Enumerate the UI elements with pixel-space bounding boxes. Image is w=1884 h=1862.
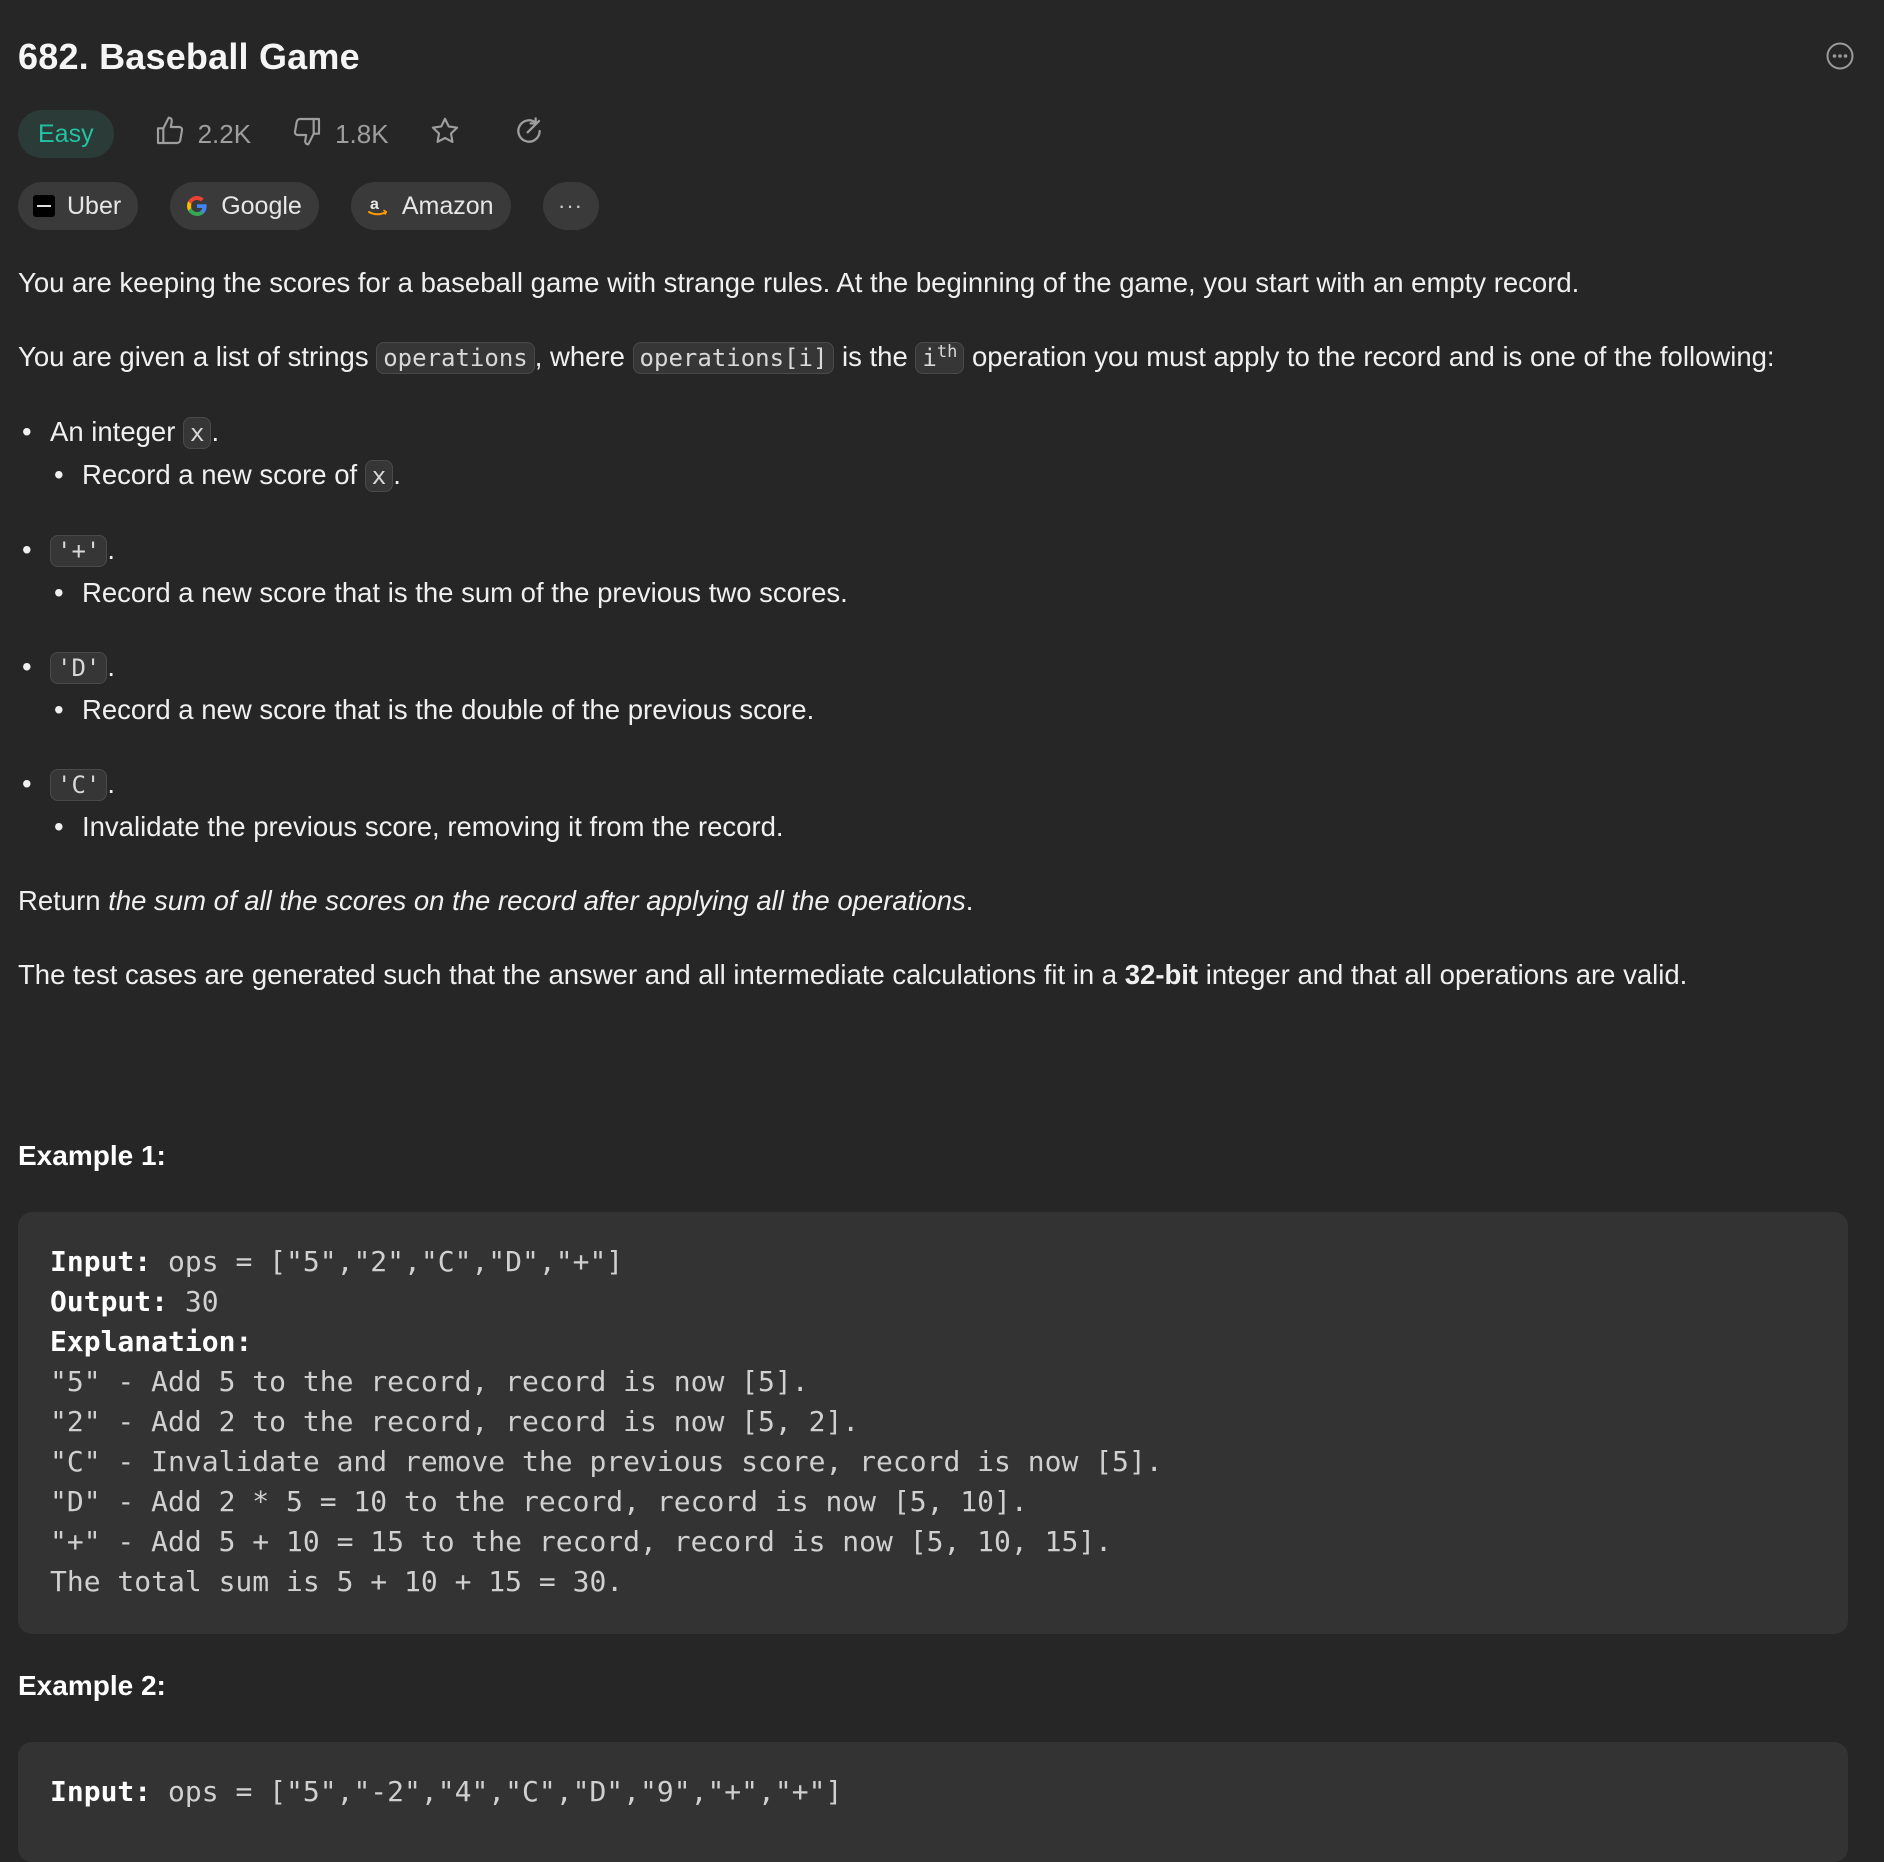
intro-paragraph: You are keeping the scores for a basebal…	[18, 267, 1580, 298]
example-output-line: Output: 30	[50, 1285, 219, 1318]
company-tag-amazon[interactable]: a Amazon	[350, 182, 511, 230]
list-item: An integer x. Record a new score of x.	[18, 411, 1848, 497]
list-item: '+'. Record a new score that is the sum …	[18, 529, 1848, 614]
more-companies-button[interactable]: ···	[542, 182, 599, 230]
more-options-icon[interactable]	[1826, 42, 1854, 70]
inline-code: 'D'	[50, 652, 108, 684]
explanation-line: "D" - Add 2 * 5 = 10 to the record, reco…	[50, 1485, 1028, 1518]
list-item: Invalidate the previous score, removing …	[50, 806, 1848, 848]
company-tag-label: Amazon	[401, 191, 494, 220]
company-tag-label: Uber	[67, 191, 122, 220]
dislike-button[interactable]: 1.8K	[291, 115, 389, 154]
problem-meta-row: Easy 2.2K 1.8K	[18, 110, 557, 158]
like-count: 2.2K	[197, 118, 252, 149]
explanation-line: "C" - Invalidate and remove the previous…	[50, 1445, 1163, 1478]
share-button[interactable]	[513, 115, 557, 154]
example-2-block: Input: ops = ["5","-2","4","C","D","9","…	[18, 1742, 1848, 1862]
operations-paragraph: You are given a list of strings operatio…	[18, 341, 1775, 374]
company-tag-label: Google	[221, 191, 302, 220]
inline-code: operations[i]	[632, 342, 835, 374]
explanation-line: "5" - Add 5 to the record, record is now…	[50, 1365, 809, 1398]
inline-code: operations	[376, 342, 535, 374]
dislike-count: 1.8K	[335, 118, 389, 149]
uber-logo-icon	[33, 195, 55, 217]
list-item: Record a new score of x.	[50, 454, 1848, 497]
explanation-line: "2" - Add 2 to the record, record is now…	[50, 1405, 860, 1438]
explanation-line: The total sum is 5 + 10 + 15 = 30.	[50, 1565, 624, 1598]
return-paragraph: Return the sum of all the scores on the …	[18, 885, 974, 916]
favorite-button[interactable]	[429, 115, 473, 154]
svg-text:a: a	[370, 196, 379, 213]
inline-code: x	[183, 417, 212, 449]
inline-code: ith	[915, 342, 965, 374]
example-2-title: Example 2:	[18, 1670, 166, 1701]
list-item: 'D'. Record a new score that is the doub…	[18, 646, 1848, 731]
company-tags: Uber Google a Amazon ···	[18, 182, 599, 230]
share-refresh-icon	[513, 115, 557, 154]
difficulty-badge: Easy	[18, 110, 114, 158]
example-input-line: Input: ops = ["5","-2","4","C","D","9","…	[50, 1775, 843, 1808]
list-item: Record a new score that is the double of…	[50, 689, 1848, 731]
company-tag-google[interactable]: Google	[170, 182, 319, 230]
problem-title: 682. Baseball Game	[18, 36, 360, 77]
inline-code: 'C'	[50, 769, 108, 801]
thumbs-down-icon	[291, 115, 335, 154]
constraints-note: The test cases are generated such that t…	[18, 959, 1688, 990]
problem-statement: You are keeping the scores for a basebal…	[18, 262, 1848, 1028]
operations-list: An integer x. Record a new score of x. '…	[18, 411, 1848, 848]
star-icon	[429, 115, 473, 154]
list-item: Record a new score that is the sum of th…	[50, 572, 1848, 614]
company-tag-uber[interactable]: Uber	[18, 182, 139, 230]
example-input-line: Input: ops = ["5","2","C","D","+"]	[50, 1245, 624, 1278]
thumbs-up-icon	[154, 115, 198, 154]
inline-code: '+'	[50, 535, 108, 567]
inline-code: x	[364, 460, 394, 492]
google-logo-icon	[185, 194, 209, 218]
example-1-title: Example 1:	[18, 1140, 166, 1171]
like-button[interactable]: 2.2K	[154, 115, 252, 154]
list-item: 'C'. Invalidate the previous score, remo…	[18, 763, 1848, 848]
amazon-logo-icon: a	[366, 194, 390, 218]
example-1-block: Input: ops = ["5","2","C","D","+"] Outpu…	[18, 1212, 1848, 1634]
explanation-line: "+" - Add 5 + 10 = 15 to the record, rec…	[50, 1525, 1113, 1558]
example-explanation-label: Explanation:	[50, 1325, 253, 1358]
